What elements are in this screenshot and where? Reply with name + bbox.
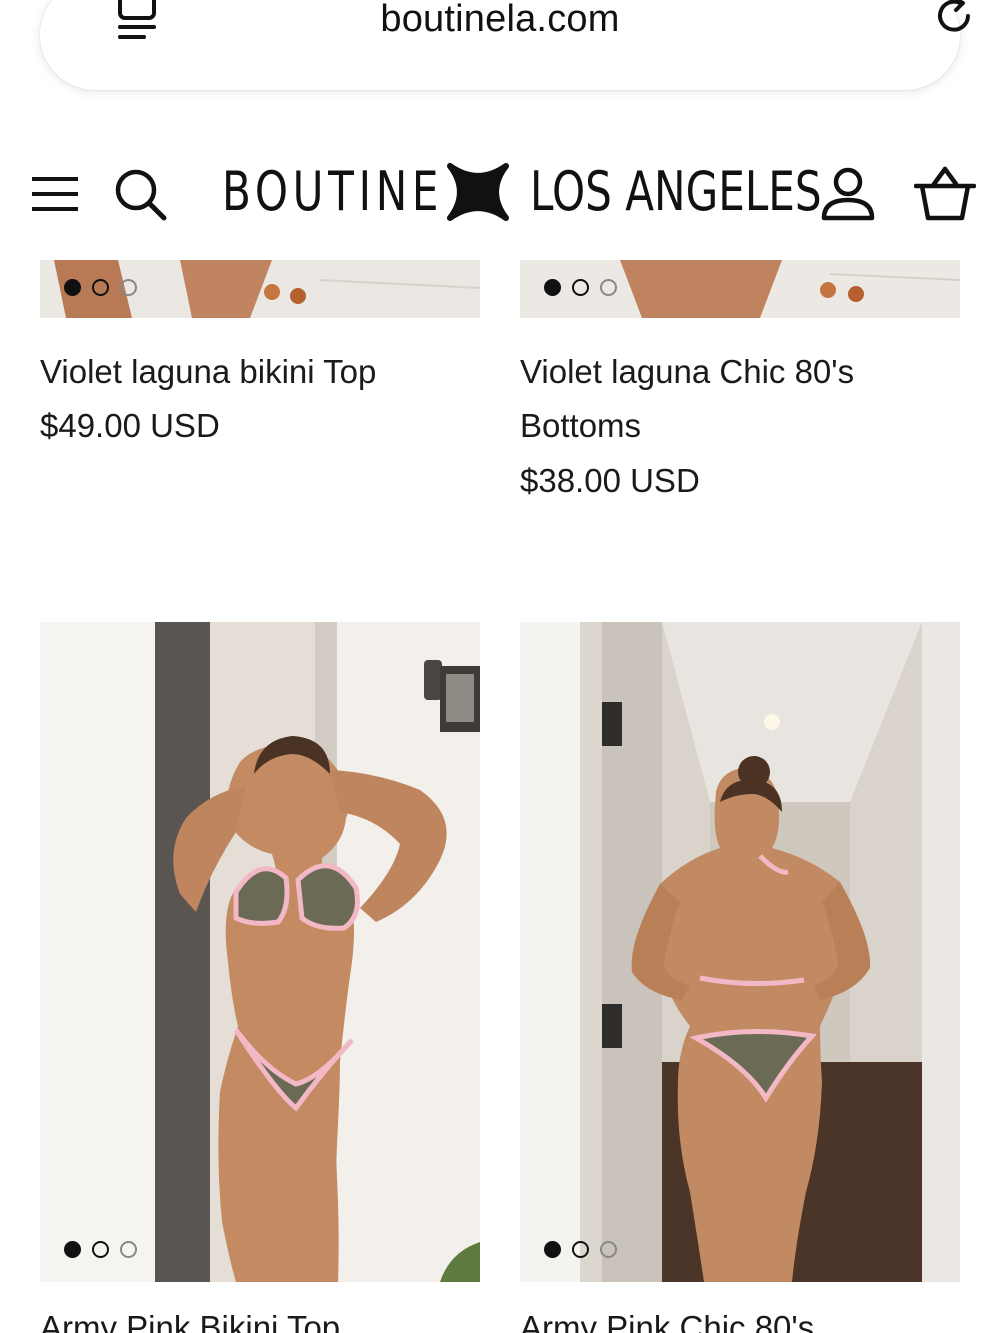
brand-name-right: LOS ANGELES <box>530 160 822 223</box>
carousel-dots[interactable] <box>544 1241 617 1258</box>
carousel-dot-1[interactable] <box>64 1241 81 1258</box>
product-price: $49.00 USD <box>40 407 220 444</box>
carousel-dot-2[interactable] <box>92 279 109 296</box>
basket-icon[interactable] <box>914 166 976 222</box>
carousel-dot-3[interactable] <box>600 279 617 296</box>
product-image[interactable] <box>40 260 480 318</box>
product-title-line-2[interactable]: Bottoms <box>520 398 641 453</box>
address-bar[interactable]: boutinela.com <box>40 0 970 90</box>
product-photo <box>40 622 480 1282</box>
carousel-dot-3[interactable] <box>120 1241 137 1258</box>
product-image[interactable] <box>40 622 480 1282</box>
carousel-dot-2[interactable] <box>572 1241 589 1258</box>
product-price: $38.00 USD <box>520 462 700 499</box>
carousel-dots[interactable] <box>64 1241 137 1258</box>
reload-icon[interactable] <box>932 0 978 40</box>
product-title[interactable]: Army Pink Chic 80's <box>520 1300 814 1333</box>
search-icon[interactable] <box>112 166 168 222</box>
product-photo <box>520 622 960 1282</box>
url-text[interactable]: boutinela.com <box>40 0 960 41</box>
carousel-dot-3[interactable] <box>120 279 137 296</box>
account-icon[interactable] <box>818 166 878 222</box>
carousel-dot-1[interactable] <box>544 279 561 296</box>
site-header: BOUTINE LOS ANGELES <box>0 130 1000 260</box>
brand-name-left: BOUTINE <box>222 160 444 223</box>
carousel-dot-3[interactable] <box>600 1241 617 1258</box>
carousel-dot-2[interactable] <box>92 1241 109 1258</box>
carousel-dot-2[interactable] <box>572 279 589 296</box>
carousel-dot-1[interactable] <box>544 1241 561 1258</box>
carousel-dots[interactable] <box>544 279 617 296</box>
product-image[interactable] <box>520 260 960 318</box>
page: { "browser": { "url": "boutinela.com" },… <box>0 0 1000 1333</box>
product-title[interactable]: Army Pink Bikini Top <box>40 1300 340 1333</box>
carousel-dots[interactable] <box>64 279 137 296</box>
product-title[interactable]: Violet laguna bikini Top <box>40 344 376 399</box>
carousel-dot-1[interactable] <box>64 279 81 296</box>
brand-x-icon <box>447 163 509 221</box>
product-image[interactable] <box>520 622 960 1282</box>
browser-toolbar: boutinela.com <box>0 0 1000 130</box>
menu-icon[interactable] <box>30 174 80 214</box>
product-title-line-1[interactable]: Violet laguna Chic 80's <box>520 344 854 399</box>
